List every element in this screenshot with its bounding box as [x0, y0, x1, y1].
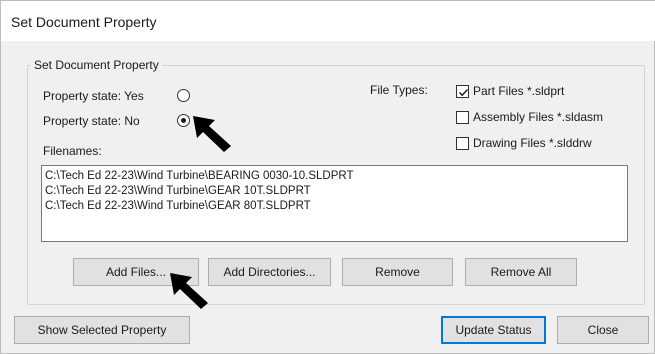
drawing-files-label: Drawing Files *.slddrw	[473, 136, 592, 150]
list-item[interactable]: C:\Tech Ed 22-23\Wind Turbine\GEAR 80T.S…	[45, 199, 624, 214]
filenames-label: Filenames:	[43, 144, 102, 158]
checkmark-icon	[459, 89, 469, 97]
file-types-label: File Types:	[370, 83, 428, 97]
property-state-no-label: Property state: No	[43, 114, 140, 128]
list-item[interactable]: C:\Tech Ed 22-23\Wind Turbine\GEAR 10T.S…	[45, 184, 624, 199]
part-files-label: Part Files *.sldprt	[473, 84, 565, 98]
filenames-listbox[interactable]: C:\Tech Ed 22-23\Wind Turbine\BEARING 00…	[41, 165, 628, 242]
assembly-files-checkbox[interactable]	[456, 111, 469, 124]
list-item[interactable]: C:\Tech Ed 22-23\Wind Turbine\BEARING 00…	[45, 169, 624, 184]
title-bar: Set Document Property	[1, 1, 655, 41]
part-files-checkbox[interactable]	[456, 85, 469, 98]
property-state-no-radio[interactable]	[177, 114, 190, 127]
update-status-button[interactable]: Update Status	[441, 316, 546, 344]
property-state-yes-label: Property state: Yes	[43, 89, 144, 103]
annotation-arrow-icon	[193, 116, 231, 152]
window-title: Set Document Property	[11, 14, 157, 30]
add-directories-button[interactable]: Add Directories...	[208, 258, 331, 286]
drawing-files-checkbox[interactable]	[456, 137, 469, 150]
remove-button[interactable]: Remove	[342, 258, 453, 286]
close-button[interactable]: Close	[557, 316, 649, 344]
remove-all-button[interactable]: Remove All	[465, 258, 577, 286]
group-legend: Set Document Property	[31, 58, 162, 72]
set-document-property-dialog: Set Document Property Set Document Prope…	[0, 0, 655, 354]
show-selected-property-button[interactable]: Show Selected Property	[14, 316, 190, 344]
assembly-files-label: Assembly Files *.sldasm	[473, 110, 604, 124]
annotation-arrow-icon	[170, 273, 208, 309]
property-state-yes-radio[interactable]	[177, 89, 190, 102]
